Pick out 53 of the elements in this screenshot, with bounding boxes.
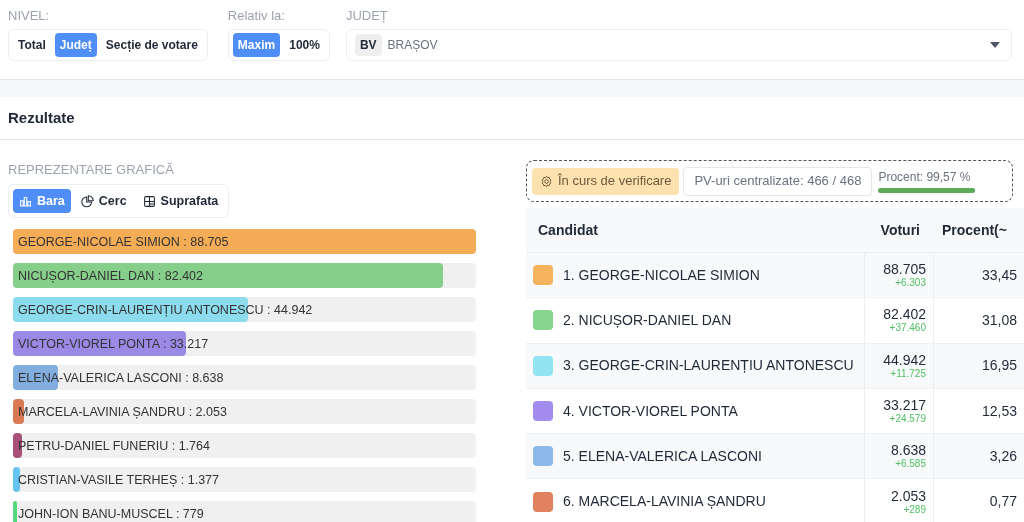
vote-count: 2.053 [890, 487, 926, 504]
bar-label: GEORGE-CRIN-LAURENȚIU ANTONESCU : 44.942 [18, 302, 313, 318]
verification-badge: În curs de verificare [532, 167, 680, 195]
vote-change: +37.460 [889, 322, 926, 335]
select-value: BRAȘOV [387, 37, 439, 54]
percent-value: 12,53 [981, 401, 1017, 421]
section-label: REPREZENTARE GRAFICĂ [8, 162, 175, 178]
segment-button[interactable]: Total [13, 33, 51, 57]
candidate-name: 2. NICUȘOR-DANIEL DAN [563, 310, 732, 330]
vote-change: +289 [903, 503, 926, 516]
vote-change: +6.585 [895, 458, 926, 471]
percent-label: Procent: 99,57 % [878, 169, 972, 185]
column-header: Voturi [879, 220, 921, 240]
vote-count: 44.942 [883, 351, 926, 368]
chart-tab[interactable]: Suprafata [136, 189, 225, 213]
filter-label: NIVEL: [8, 8, 51, 24]
percent-value: 31,08 [981, 310, 1017, 330]
percent-value: 33,45 [981, 265, 1017, 285]
percent-value: 3,26 [989, 446, 1017, 466]
bar-chart-icon [19, 194, 32, 208]
candidate-name: 6. MARCELA-LAVINIA ȘANDRU [563, 492, 766, 512]
candidate-name: 4. VICTOR-VIOREL PONTA [563, 401, 738, 421]
vote-change: +24.579 [889, 413, 926, 426]
county-code: BV [354, 34, 382, 56]
segment-button[interactable]: 100% [284, 33, 325, 57]
bar-label: VICTOR-VIOREL PONTA : 33.217 [18, 336, 209, 352]
percent-value: 16,95 [981, 356, 1017, 376]
vote-count: 33.217 [883, 397, 926, 414]
county-select[interactable]: BV BRAȘOV [345, 29, 1012, 61]
grid-layout-icon [142, 194, 156, 208]
bar-label: NICUȘOR-DANIEL DAN : 82.402 [18, 268, 203, 284]
dropdown-caret-icon[interactable] [990, 42, 1000, 48]
candidate-name: 5. ELENA-VALERICA LASCONI [563, 446, 762, 466]
column-header: Candidat [537, 220, 599, 240]
filter-label: Relativ la: [227, 8, 286, 24]
vote-change: +11.725 [890, 367, 926, 380]
segment-button[interactable]: Secție de votare [100, 33, 203, 57]
gear-icon [540, 174, 553, 188]
section-title: Rezultate [8, 107, 75, 128]
percent-value: 0,77 [989, 492, 1017, 512]
candidate-name: 3. GEORGE-CRIN-LAURENȚIU ANTONESCU [563, 356, 854, 376]
chart-tab[interactable]: Cerc [74, 189, 133, 213]
column-header: Procent(~ [941, 220, 1008, 240]
candidate-name: 1. GEORGE-NICOLAE SIMION [563, 265, 760, 285]
pv-count-badge: PV-uri centralizate: 466 / 468 [683, 166, 873, 196]
bar-label: JOHN-ION BANU-MUSCEL : 779 [18, 506, 204, 522]
vote-count: 88.705 [883, 261, 926, 278]
vote-count: 8.638 [890, 442, 926, 459]
vote-change: +6.303 [895, 277, 926, 290]
vote-count: 82.402 [883, 306, 926, 323]
pie-chart-icon [80, 194, 94, 208]
bar-label: GEORGE-NICOLAE SIMION : 88.705 [18, 234, 229, 250]
filter-label: JUDEȚ [345, 8, 389, 24]
